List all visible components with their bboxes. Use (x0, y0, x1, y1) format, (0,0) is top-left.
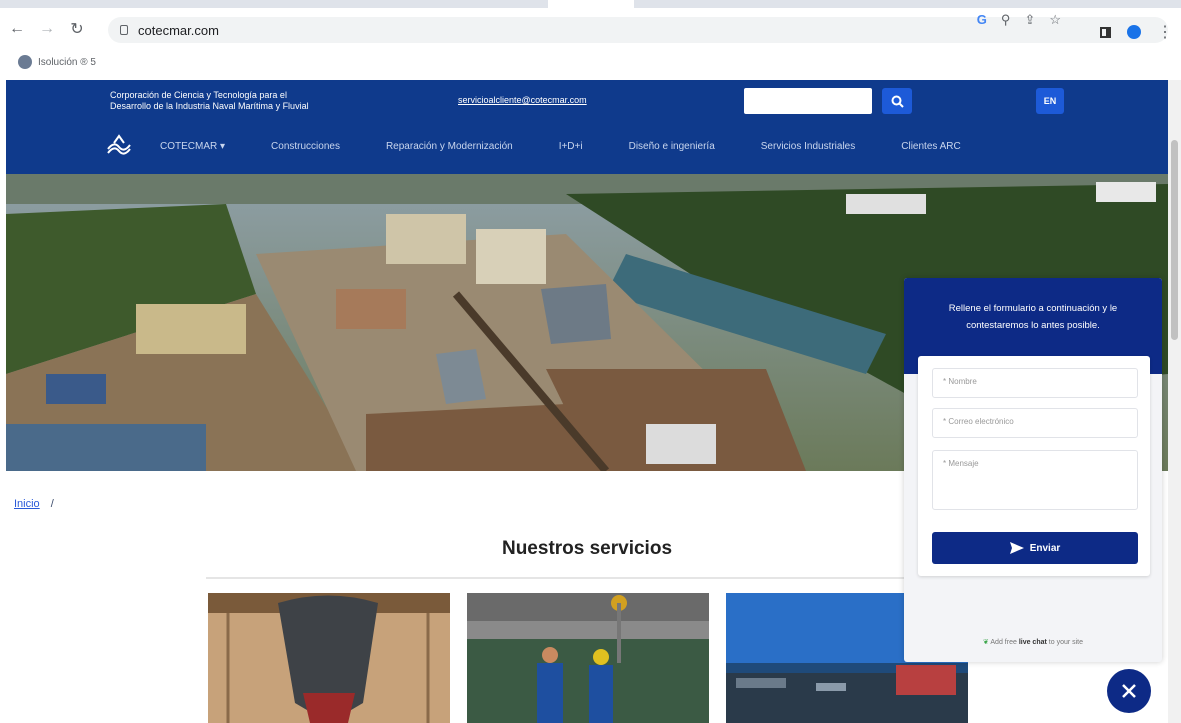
nav-item-cotecmar[interactable]: COTECMAR ▾ (160, 141, 225, 152)
bookmark-item[interactable]: Isolución ® 5 (38, 57, 96, 68)
send-icon (1009, 542, 1024, 554)
profile-icon[interactable] (1127, 25, 1141, 39)
bookmarks-bar: Isolución ® 5 (0, 50, 1181, 74)
google-icon[interactable]: G (977, 12, 987, 28)
send-button[interactable]: Enviar (932, 532, 1138, 564)
chat-close-button[interactable] (1107, 669, 1151, 713)
side-panel-icon[interactable] (1100, 26, 1111, 38)
tab-strip (0, 0, 1181, 8)
browser-toolbar: ← → ↻ cotecmar.com G ⚲ ⇪ ☆ ⋮ (0, 8, 1181, 50)
breadcrumb-home-link[interactable]: Inicio (14, 498, 40, 510)
zoom-icon[interactable]: ⚲ (1001, 12, 1011, 28)
nav-item-diseno[interactable]: Diseño e ingeniería (629, 141, 715, 152)
section-divider (206, 577, 968, 579)
share-icon[interactable]: ⇪ (1024, 12, 1035, 28)
send-label: Enviar (1029, 542, 1061, 554)
section-title: Nuestros servicios (501, 538, 673, 559)
nav-item-construcciones[interactable]: Construcciones (271, 141, 340, 152)
search-input[interactable] (744, 88, 872, 114)
chat-footer-bold: live chat (1018, 639, 1047, 646)
nav-item-idi[interactable]: I+D+i (559, 141, 583, 152)
nav-item-servicios[interactable]: Servicios Industriales (761, 141, 855, 152)
chat-footer[interactable]: ❦ Add free live chat to your site (904, 638, 1162, 646)
leaf-icon: ❦ (982, 639, 989, 646)
language-button[interactable]: EN (1036, 88, 1064, 114)
toolbar-right: ⋮ (1100, 22, 1173, 42)
chat-footer-suffix: to your site (1048, 639, 1084, 646)
message-field[interactable]: * Mensaje (932, 450, 1138, 510)
back-icon[interactable]: ← (4, 16, 30, 42)
service-image-ship-hull (208, 593, 450, 723)
close-icon (1122, 684, 1136, 698)
breadcrumb-separator: / (50, 498, 54, 510)
browser-chrome: ← → ↻ cotecmar.com G ⚲ ⇪ ☆ ⋮ Isolución ®… (0, 0, 1181, 78)
chat-footer-prefix: Add free (990, 639, 1017, 646)
email-field[interactable]: * Correo electrónico (932, 408, 1138, 438)
url-text: cotecmar.com (138, 22, 219, 38)
page-scrollbar[interactable] (1168, 80, 1181, 723)
service-card-industriales[interactable] (467, 593, 709, 723)
site-header: Corporación de Ciencia y Tecnología para… (6, 80, 1168, 174)
search-button[interactable] (882, 88, 912, 114)
cotecmar-logo[interactable] (106, 133, 132, 159)
contact-email-link[interactable]: servicioalcliente@cotecmar.com (458, 95, 587, 105)
nav-item-clientes[interactable]: Clientes ARC (901, 141, 960, 152)
bookmark-favicon-icon (18, 55, 32, 69)
menu-icon[interactable]: ⋮ (1157, 22, 1173, 42)
main-nav: COTECMAR ▾ Construcciones Reparación y M… (106, 132, 1007, 160)
reload-icon[interactable]: ↻ (64, 16, 90, 42)
star-icon[interactable]: ☆ (1049, 12, 1061, 28)
org-name: Corporación de Ciencia y Tecnología para… (110, 90, 390, 112)
chat-widget: Rellene el formulario a continuación y l… (904, 278, 1162, 662)
omnibox-actions: G ⚲ ⇪ ☆ (977, 12, 1061, 28)
active-tab[interactable] (548, 0, 634, 8)
org-name-line1: Corporación de Ciencia y Tecnología para… (110, 90, 287, 100)
breadcrumb: Inicio / (14, 498, 54, 510)
chat-form: * Nombre * Correo electrónico * Mensaje … (918, 356, 1150, 576)
service-image-workers (467, 593, 709, 723)
lock-icon (120, 25, 128, 35)
scrollbar-thumb[interactable] (1171, 140, 1178, 340)
org-name-line2: Desarrollo de la Industria Naval Marítim… (110, 101, 309, 111)
search-icon (891, 95, 904, 108)
nav-item-reparacion[interactable]: Reparación y Modernización (386, 141, 513, 152)
forward-icon[interactable]: → (34, 16, 60, 42)
name-field[interactable]: * Nombre (932, 368, 1138, 398)
service-card-construcciones[interactable] (208, 593, 450, 723)
